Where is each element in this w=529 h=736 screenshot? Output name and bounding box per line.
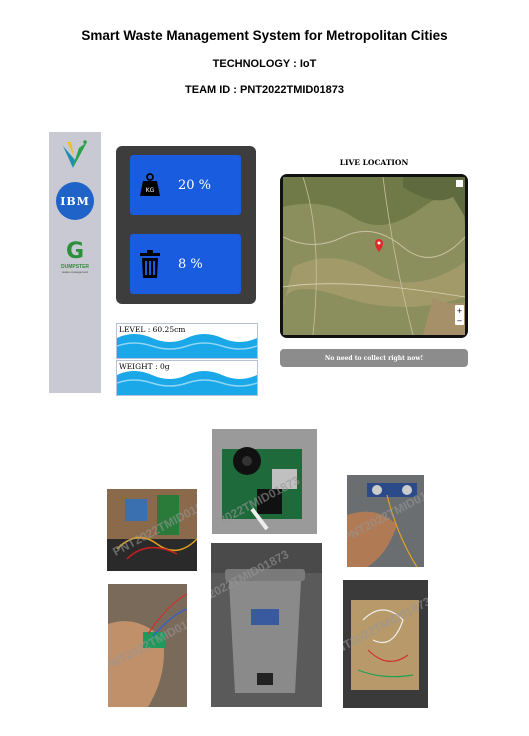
live-location-map[interactable]: + −: [280, 174, 468, 338]
level-card: 8 %: [130, 234, 241, 294]
weight-gauge: WEIGHT : 0g: [116, 360, 258, 396]
ibm-logo-text: IBM: [60, 194, 90, 208]
weight-card: KG 20 %: [130, 155, 241, 215]
weight-icon-label: KG: [146, 187, 155, 194]
photo-hand-sensor: PNT2022TMID01873: [347, 475, 424, 567]
sidebar: IBM G DUMPSTER waste management: [49, 132, 101, 393]
photo-sensor-board: PNT2022TMID01873: [107, 489, 197, 571]
ibm-logo: IBM: [56, 182, 94, 220]
weight-icon: KG: [140, 173, 160, 196]
photo-dustbin: PNT2022TMID01873: [211, 543, 322, 707]
weight-percent: 20 %: [178, 177, 212, 193]
page-title: Smart Waste Management System for Metrop…: [81, 28, 448, 43]
photo-circuit-board: PNT2022TMID01873: [343, 580, 428, 708]
level-reading: LEVEL : 60.25cm: [119, 325, 186, 334]
technology-label: TECHNOLOGY : IoT: [212, 58, 317, 70]
dumpster-logo: G DUMPSTER waste management: [57, 240, 93, 290]
zoom-out-button: −: [457, 317, 463, 325]
live-location-title: LIVE LOCATION: [339, 158, 409, 167]
fullscreen-icon: [456, 180, 463, 187]
metrics-panel: KG 20 % 8 %: [116, 146, 256, 304]
zoom-in-button: +: [457, 307, 463, 315]
trash-bin-icon: [140, 250, 160, 278]
dumpster-logo-subtext: waste management: [61, 270, 89, 274]
photo-raspberry-pi: PNT2022TMID01873: [212, 429, 317, 534]
brand-logo-icon: [63, 140, 87, 168]
dumpster-logo-letter: G: [65, 239, 85, 264]
collection-status: No need to collect right now!: [280, 349, 468, 367]
level-percent: 8 %: [178, 256, 203, 272]
dashboard-screenshot: IBM G DUMPSTER waste management KG 20 %: [49, 132, 471, 396]
team-id-label: TEAM ID : PNT2022TMID01873: [185, 84, 344, 96]
level-gauge: LEVEL : 60.25cm: [116, 323, 258, 359]
weight-reading: WEIGHT : 0g: [119, 362, 170, 371]
photo-hand-module: PNT2022TMID01873: [108, 584, 187, 707]
